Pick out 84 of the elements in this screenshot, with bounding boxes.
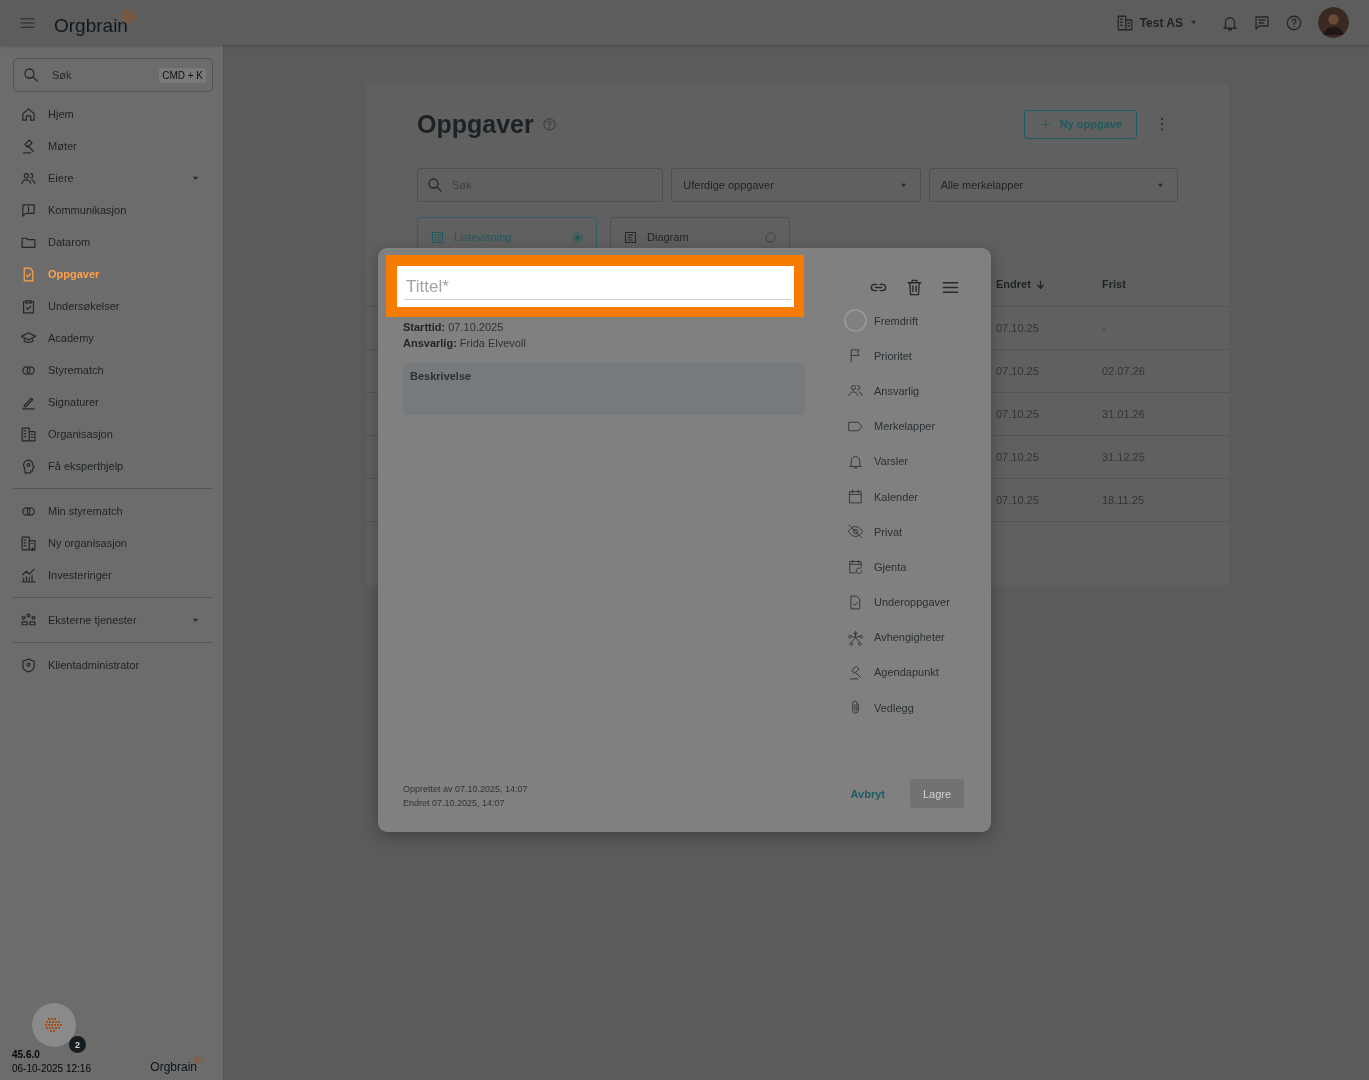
chart-icon [623, 229, 638, 245]
search-icon [22, 66, 40, 84]
sidebar-item[interactable]: Undersøkelser [13, 290, 213, 322]
logo[interactable]: Orgbrain [54, 14, 128, 37]
sidebar-item[interactable]: Møter [13, 130, 213, 162]
sidebar-item[interactable]: Hjem [13, 98, 213, 130]
task-option[interactable]: Vedlegg [844, 690, 964, 726]
progress-circle-icon [844, 309, 867, 333]
description-field[interactable]: Beskrivelse [403, 363, 805, 415]
task-option[interactable]: Underoppgaver [844, 584, 964, 620]
title-field[interactable]: Tittel* [397, 266, 794, 307]
sidebar-item[interactable]: Kommunikasjon [13, 194, 213, 226]
building-icon [20, 534, 37, 552]
help-button[interactable] [32, 1003, 76, 1047]
task-option[interactable]: Avhengigheter [844, 619, 964, 655]
shortcut-hint: CMD + K [159, 67, 206, 83]
filter-dropdown[interactable]: Uferdige oppgaver [671, 168, 921, 202]
plus-icon [1038, 117, 1052, 131]
notification-badge: 2 [69, 1036, 86, 1053]
sort-arrow-icon [1034, 278, 1046, 290]
column-header[interactable]: Endret [996, 278, 1102, 290]
search-input[interactable]: Søk [50, 68, 150, 82]
gavel-icon [847, 663, 864, 681]
modified-text: Endret 07.10.2025, 14:07 [403, 798, 506, 808]
eye-off-icon [847, 523, 864, 541]
radio-icon [572, 231, 583, 243]
chat-icon[interactable] [1253, 13, 1271, 32]
brain-logo-icon [192, 1055, 205, 1064]
avatar[interactable] [1318, 7, 1349, 38]
network-icon [847, 628, 864, 646]
shield-icon [20, 656, 37, 674]
task-option[interactable]: Gjenta [844, 549, 964, 585]
building-icon [20, 425, 37, 443]
detail-text: Ansvarlig: Frida Elvevoll [403, 337, 527, 349]
task-option[interactable]: Merkelapper [844, 408, 964, 444]
description-input[interactable]: Beskrivelse [410, 370, 798, 408]
build-date: 06-10-2025 12:16 [12, 1063, 91, 1074]
clipboard-check-icon [20, 297, 37, 315]
organization-switcher[interactable]: Test AS [1111, 9, 1202, 36]
caret-icon [1189, 18, 1198, 27]
table-cell-text: - [1102, 322, 1107, 334]
chat-alert-icon [20, 201, 37, 219]
sidebar-item[interactable]: Signaturer [13, 386, 213, 418]
building-icon [1115, 13, 1134, 32]
list-icon [430, 229, 445, 245]
detail-text: Starttid: 07.10.2025 [403, 321, 505, 333]
task-option[interactable]: Varsler [844, 443, 964, 479]
task-option[interactable]: Agendapunkt [844, 654, 964, 691]
task-option[interactable]: Kalender [844, 478, 964, 515]
sidebar-item[interactable]: Eiere [13, 162, 213, 194]
column-header[interactable]: Frist [1102, 278, 1208, 290]
head-icon [20, 457, 37, 475]
version-text: 45.6.0 [12, 1049, 41, 1060]
sidebar-item[interactable]: Ny organisasjon [13, 527, 213, 559]
created-text: Opprettet av 07.10.2025, 14:07 [403, 784, 529, 794]
sidebar-item[interactable]: Min styrematch [13, 495, 213, 527]
task-option[interactable]: Ansvarlig [844, 373, 964, 409]
help-icon[interactable] [541, 116, 557, 132]
sidebar-item[interactable]: Styrematch [13, 354, 213, 386]
home-icon [20, 105, 37, 123]
sidebar-item[interactable]: Få eksperthjelp [13, 450, 213, 482]
trash-icon[interactable] [905, 278, 924, 297]
sidebar-item[interactable]: Academy [13, 322, 213, 354]
sidebar-item[interactable]: Datarom [13, 226, 213, 258]
search-field[interactable]: Søk CMD + K [13, 58, 213, 92]
task-option[interactable]: Fremdrift [844, 303, 964, 339]
task-option[interactable]: Privat [844, 514, 964, 550]
filter-dropdown[interactable]: Alle merkelapper [928, 168, 1178, 202]
sidebar-item[interactable]: Organisasjon [13, 418, 213, 450]
page-title: Oppgaver [417, 109, 534, 139]
help-icon[interactable] [1285, 13, 1303, 32]
sidebar-item[interactable]: Eksterne tjenester [13, 604, 213, 636]
task-option[interactable]: Prioritet [844, 338, 964, 374]
bar-chart-icon [20, 566, 37, 584]
gavel-icon [20, 137, 37, 155]
cancel-button[interactable]: Avbryt [850, 781, 885, 806]
radio-icon [765, 231, 776, 243]
footer-logo: Orgbrain [150, 1060, 197, 1074]
search-icon [426, 176, 444, 194]
sidebar-item[interactable]: Oppgaver [13, 258, 213, 290]
sidebar-item[interactable]: Investeringer [13, 559, 213, 591]
calendar-icon [847, 488, 864, 506]
calendar-repeat-icon [847, 558, 864, 576]
sidebar-item[interactable]: Klientadministrator [13, 649, 213, 681]
